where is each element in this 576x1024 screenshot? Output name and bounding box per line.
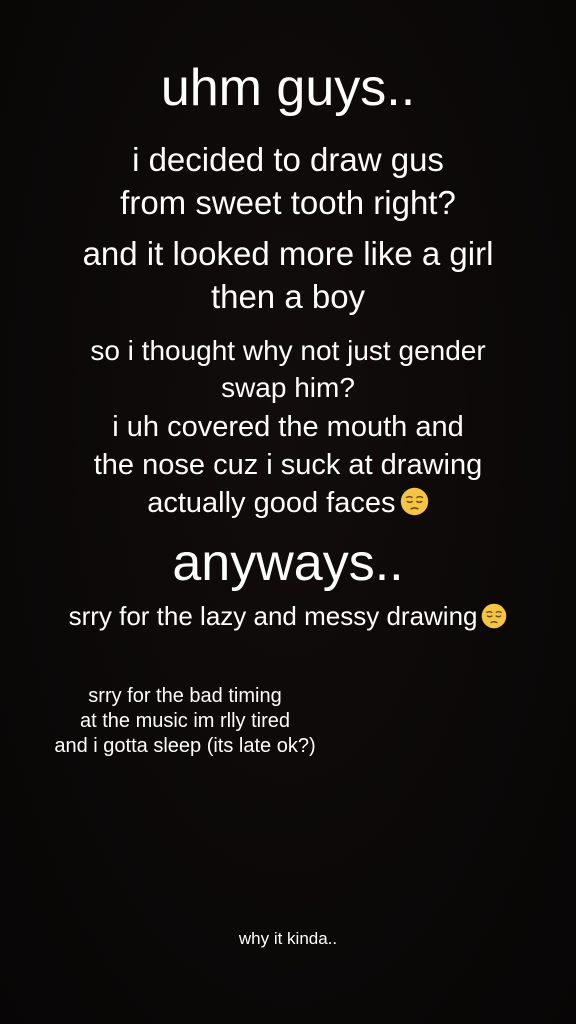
- text-line: from sweet tooth right?: [120, 184, 456, 221]
- text-line: swap him?: [221, 372, 355, 403]
- text-line: so i thought why not just gender: [90, 335, 486, 366]
- story-canvas: uhm guys.. i decided to draw gus from sw…: [0, 0, 576, 1024]
- text-line-with-emoji: actually good faces: [0, 485, 576, 521]
- anyways-heading: anyways..: [172, 534, 404, 592]
- text-line: and it looked more like a girl: [82, 235, 494, 272]
- text-line: i uh covered the mouth and: [112, 411, 464, 443]
- footer-caption: why it kinda..: [238, 929, 338, 948]
- note-line: and i gotta sleep (its late ok?): [54, 735, 316, 757]
- title-heading: uhm guys..: [160, 59, 416, 117]
- text-line-with-emoji: srry for the lazy and messy drawing: [0, 598, 576, 634]
- text-line: then a boy: [210, 278, 366, 315]
- text-line: i decided to draw gus: [132, 141, 444, 178]
- pensive-face-icon: [400, 487, 429, 516]
- note-line: at the music im rlly tired: [79, 710, 291, 732]
- text-line: actually good faces: [147, 487, 396, 519]
- pensive-face-icon: [481, 603, 507, 629]
- text-line: the nose cuz i suck at drawing: [93, 449, 483, 481]
- note-line: srry for the bad timing: [88, 685, 282, 707]
- text-line: srry for the lazy and messy drawing: [68, 601, 478, 631]
